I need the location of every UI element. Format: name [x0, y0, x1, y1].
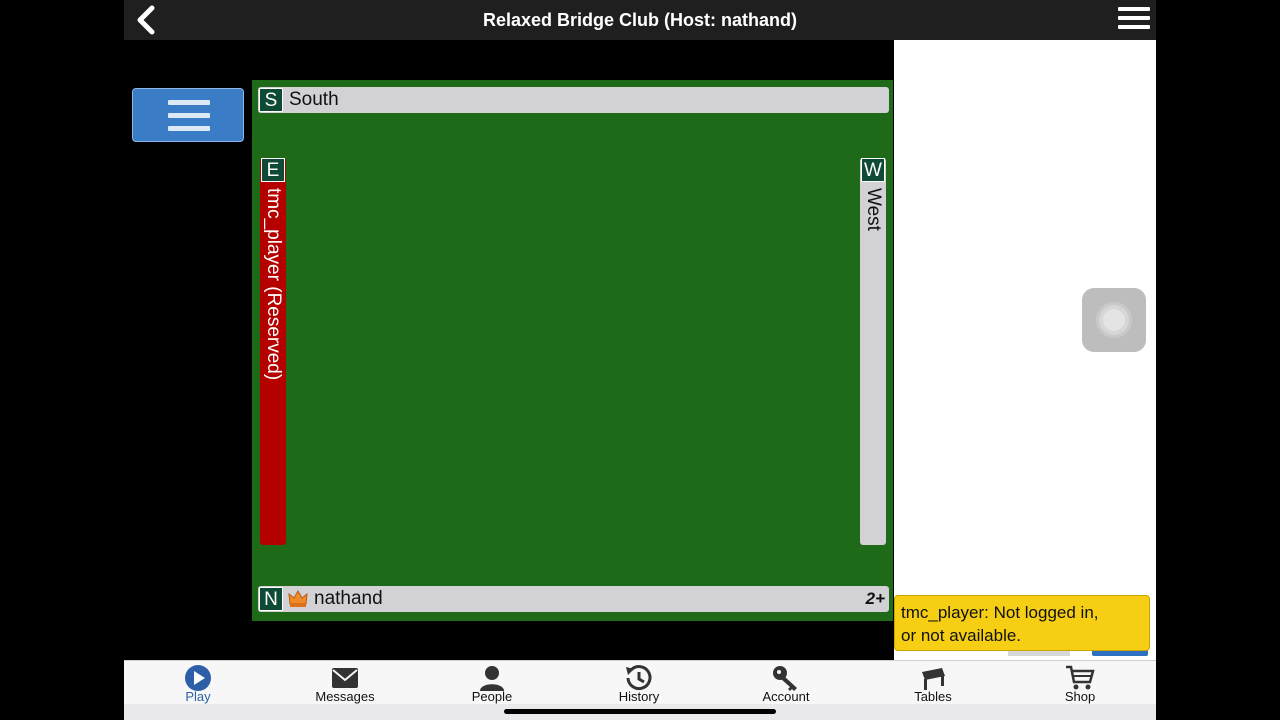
seat-name: nathand [314, 588, 383, 609]
main-menu-button[interactable] [1118, 7, 1150, 33]
seat-west[interactable]: W West [860, 158, 886, 545]
tooltip-line: or not available. [901, 626, 1022, 645]
person-icon [480, 666, 504, 691]
tab-play[interactable]: Play [138, 661, 258, 705]
skill-badge: 2+ [865, 589, 885, 608]
tab-label: Account [762, 689, 810, 704]
seat-letter: W [861, 158, 885, 182]
tooltip-line: tmc_player: Not logged in, [901, 603, 1099, 622]
circle-icon [1096, 302, 1132, 338]
hamburger-icon-bar [1118, 25, 1150, 29]
tab-account[interactable]: Account [726, 661, 846, 705]
hamburger-icon [168, 126, 210, 131]
seat-north[interactable]: N nathand 2+ [258, 586, 889, 612]
tab-label: Shop [1064, 689, 1096, 704]
hamburger-icon [168, 100, 210, 105]
status-tooltip: tmc_player: Not logged in, or not availa… [894, 595, 1150, 651]
tab-label: People [471, 689, 513, 704]
app-screen: Relaxed Bridge Club (Host: nathand) S So… [124, 0, 1156, 720]
table-icon [922, 668, 945, 690]
seat-letter: N [259, 587, 283, 611]
tab-shop[interactable]: Shop [1020, 661, 1140, 705]
bridge-table: S South E tmc_player (Reserved) W West N… [252, 80, 893, 621]
seat-name: West [863, 188, 884, 231]
crown-icon [288, 589, 308, 607]
hamburger-icon-bar [1118, 16, 1150, 20]
history-icon [626, 665, 652, 691]
play-icon [185, 665, 211, 691]
tab-label: History [618, 689, 660, 704]
hamburger-icon-bar [1118, 7, 1150, 11]
envelope-icon [332, 668, 358, 688]
seat-south[interactable]: S South [258, 87, 889, 113]
tab-label: Messages [315, 689, 375, 704]
key-icon [773, 666, 797, 691]
top-bar: Relaxed Bridge Club (Host: nathand) [124, 0, 1156, 40]
table-menu-button[interactable] [132, 88, 244, 142]
seat-name: South [289, 89, 339, 110]
cart-icon [1066, 665, 1095, 690]
tab-people[interactable]: People [432, 661, 552, 705]
hamburger-icon [168, 113, 210, 118]
tab-label: Play [185, 689, 211, 704]
assistive-touch-button[interactable] [1082, 288, 1146, 352]
seat-letter: E [261, 158, 285, 182]
page-title: Relaxed Bridge Club (Host: nathand) [482, 10, 797, 30]
seat-letter: S [259, 88, 283, 112]
tab-messages[interactable]: Messages [285, 661, 405, 705]
seat-name: tmc_player (Reserved) [263, 188, 284, 381]
seat-east[interactable]: E tmc_player (Reserved) [260, 158, 286, 545]
home-indicator[interactable] [504, 709, 776, 714]
tab-tables[interactable]: Tables [873, 661, 993, 705]
tab-label: Tables [914, 689, 952, 704]
tab-history[interactable]: History [579, 661, 699, 705]
